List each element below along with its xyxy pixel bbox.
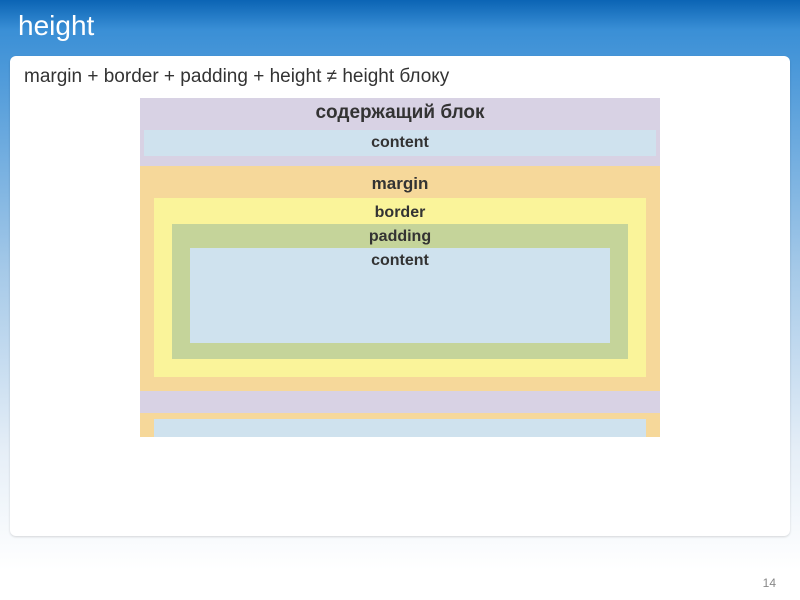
- second-margin-box: [140, 413, 660, 437]
- margin-label: margin: [154, 172, 646, 198]
- formula-text: margin + border + padding + height ≠ hei…: [10, 66, 790, 98]
- border-label: border: [172, 202, 628, 224]
- padding-box: padding content: [172, 224, 628, 359]
- page-number: 14: [763, 576, 776, 590]
- slide-title: height: [0, 0, 800, 56]
- gap-after-top-content: [140, 156, 660, 166]
- border-box: border padding content: [154, 198, 646, 377]
- box-model-diagram: содержащий блок content margin border pa…: [140, 98, 660, 437]
- containing-block-label: содержащий блок: [140, 102, 660, 130]
- slide-card: margin + border + padding + height ≠ hei…: [10, 56, 790, 536]
- padding-label: padding: [190, 226, 610, 248]
- containing-block: содержащий блок content margin border pa…: [140, 98, 660, 437]
- content-box: content: [190, 248, 610, 343]
- margin-box: margin border padding content: [140, 166, 660, 391]
- top-content-bar: content: [144, 130, 656, 156]
- second-content-bar: [154, 419, 646, 437]
- gap-before-second-block: [140, 399, 660, 413]
